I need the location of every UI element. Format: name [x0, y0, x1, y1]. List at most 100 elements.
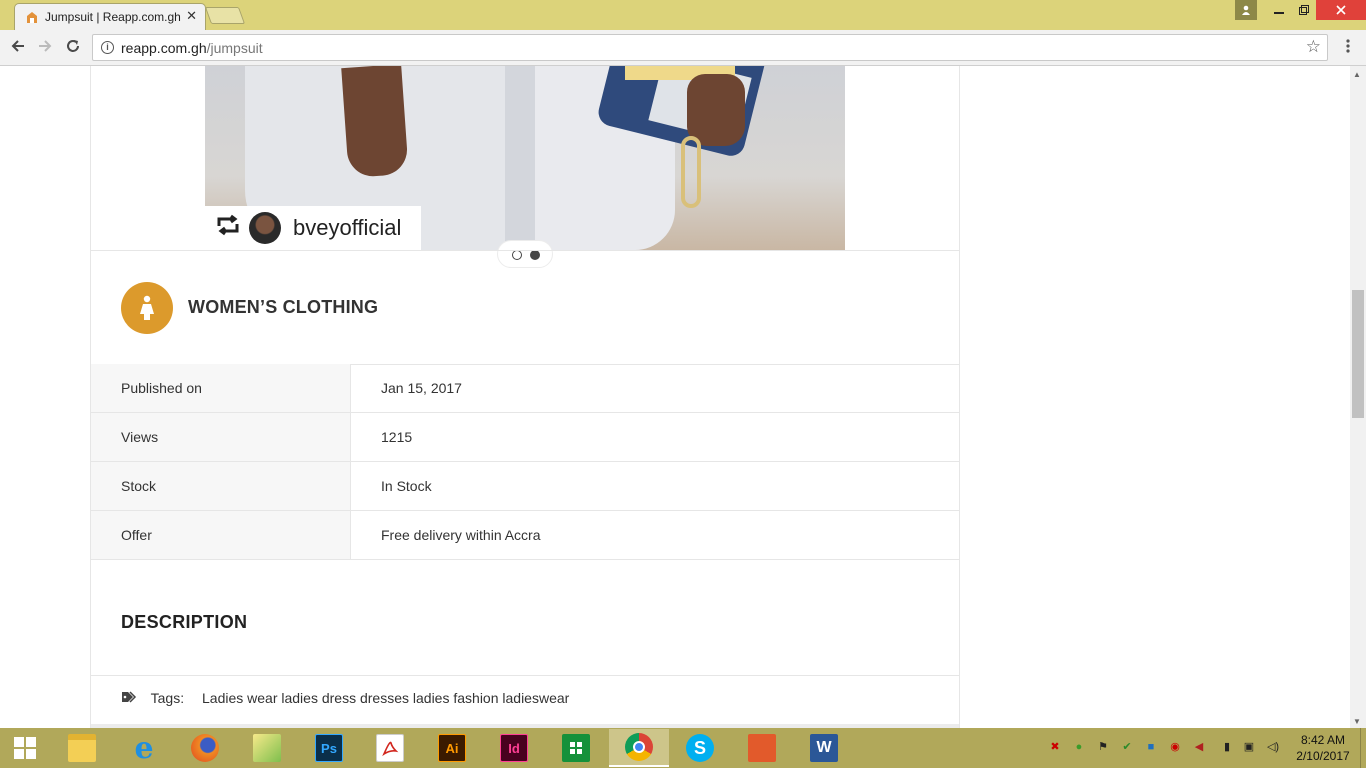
- office-icon: [748, 734, 776, 762]
- acrobat-icon: [376, 734, 404, 762]
- system-tray: ✖ ● ⚑ ✔ ■ ◉ ◀ ▮ ▣ ◁): [1040, 728, 1290, 768]
- page-info-icon[interactable]: i: [101, 41, 114, 54]
- word-icon: W: [810, 734, 838, 762]
- battery-icon[interactable]: ▮: [1220, 740, 1234, 754]
- repost-badge: bveyofficial: [205, 206, 421, 250]
- clock-date: 2/10/2017: [1296, 749, 1350, 763]
- web-page: bveyofficial WOMEN’S CLOTHING Published …: [0, 66, 1350, 728]
- tags-row: Tags: Ladies wear ladies dress dresses l…: [121, 690, 569, 706]
- tray-app-icon[interactable]: ✖: [1048, 740, 1062, 754]
- details-table: Published on Jan 15, 2017 Views 1215 Sto…: [91, 364, 959, 560]
- tab-title: Jumpsuit | Reapp.com.gh: [45, 10, 181, 24]
- photo-bag-strap: [681, 136, 701, 208]
- browser-tab[interactable]: Jumpsuit | Reapp.com.gh ✕: [14, 3, 206, 30]
- site-favicon-icon: [27, 12, 37, 23]
- repost-icon: [215, 214, 241, 243]
- taskbar-firefox[interactable]: [175, 729, 235, 767]
- detail-value: In Stock: [381, 478, 432, 494]
- tab-close-icon[interactable]: ✕: [186, 8, 197, 24]
- tray-shield-icon[interactable]: ◉: [1168, 740, 1182, 754]
- back-arrow-icon[interactable]: [10, 38, 26, 59]
- taskbar-indesign[interactable]: Id: [484, 729, 544, 767]
- volume-icon[interactable]: ◁): [1266, 740, 1280, 754]
- photo-hand: [687, 74, 745, 146]
- window-close-button[interactable]: [1316, 0, 1366, 20]
- page-scrollbar[interactable]: ▲ ▼: [1350, 66, 1366, 728]
- restore-button[interactable]: [1293, 0, 1315, 20]
- profile-button[interactable]: [1235, 0, 1257, 20]
- category-title[interactable]: WOMEN’S CLOTHING: [188, 297, 378, 318]
- close-icon: [1336, 5, 1346, 15]
- slider-dot-2[interactable]: [530, 250, 540, 260]
- minimize-button[interactable]: [1268, 0, 1290, 20]
- taskbar-clock[interactable]: 8:42 AM 2/10/2017: [1290, 732, 1356, 764]
- divider: [91, 675, 959, 676]
- taskbar-store[interactable]: [546, 729, 606, 767]
- detail-label: Stock: [91, 462, 351, 510]
- windows-logo-icon: [14, 737, 36, 759]
- taskbar-internet-explorer[interactable]: e: [114, 729, 174, 767]
- details-row-stock: Stock In Stock: [91, 462, 959, 511]
- taskbar-paint-app[interactable]: [237, 729, 297, 767]
- product-card: bveyofficial WOMEN’S CLOTHING Published …: [90, 66, 960, 728]
- tags-list[interactable]: Ladies wear ladies dress dresses ladies …: [202, 690, 569, 706]
- indesign-icon: Id: [500, 734, 528, 762]
- details-row-views: Views 1215: [91, 413, 959, 462]
- divider: [91, 250, 959, 251]
- scrollbar-thumb[interactable]: [1352, 290, 1364, 418]
- detail-value: Jan 15, 2017: [381, 380, 462, 396]
- browser-title-bar: Jumpsuit | Reapp.com.gh ✕: [0, 0, 1366, 30]
- bookmark-star-icon[interactable]: ☆: [1306, 37, 1321, 57]
- details-row-published: Published on Jan 15, 2017: [91, 364, 959, 413]
- store-icon: [562, 734, 590, 762]
- detail-label: Views: [91, 413, 351, 461]
- browser-toolbar: i reapp.com.gh/jumpsuit ☆: [0, 30, 1366, 66]
- taskbar-illustrator[interactable]: Ai: [422, 729, 482, 767]
- url-host: reapp.com.gh: [121, 40, 207, 56]
- taskbar-skype[interactable]: S: [670, 729, 730, 767]
- detail-label: Published on: [91, 364, 351, 412]
- scroll-down-icon[interactable]: ▼: [1353, 717, 1361, 726]
- tray-network-app-icon[interactable]: ■: [1144, 740, 1158, 754]
- illustrator-icon: Ai: [438, 734, 466, 762]
- taskbar-word[interactable]: W: [794, 729, 854, 767]
- url-path: /jumpsuit: [206, 40, 263, 56]
- taskbar-file-explorer[interactable]: [52, 729, 112, 767]
- network-icon[interactable]: ▣: [1242, 740, 1256, 754]
- folder-icon: [68, 734, 96, 762]
- slider-dot-1[interactable]: [512, 250, 522, 260]
- category-icon: [121, 282, 173, 334]
- browser-menu-icon[interactable]: [1343, 38, 1353, 54]
- new-tab-button[interactable]: [204, 7, 246, 24]
- tray-leaf-icon[interactable]: ●: [1072, 740, 1086, 754]
- detail-value: Free delivery within Accra: [381, 527, 541, 543]
- forward-arrow-icon[interactable]: [37, 38, 53, 59]
- taskbar-acrobat-reader[interactable]: [360, 729, 420, 767]
- chrome-icon: [625, 733, 653, 761]
- user-icon: [1242, 5, 1250, 15]
- reload-icon[interactable]: [65, 38, 81, 59]
- taskbar-photoshop[interactable]: Ps: [299, 729, 359, 767]
- restore-icon: [1299, 5, 1309, 15]
- tags-icon: [121, 691, 139, 706]
- female-figure-icon: [140, 295, 154, 320]
- firefox-icon: [191, 734, 219, 762]
- flag-icon[interactable]: ⚑: [1096, 740, 1110, 754]
- details-row-offer: Offer Free delivery within Accra: [91, 511, 959, 560]
- minimize-icon: [1274, 12, 1284, 14]
- photo-arm: [341, 66, 409, 178]
- detail-value: 1215: [381, 429, 413, 445]
- taskbar-office-app[interactable]: [732, 729, 792, 767]
- start-button[interactable]: [0, 728, 50, 768]
- detail-label: Offer: [91, 511, 351, 559]
- url-text[interactable]: reapp.com.gh/jumpsuit: [121, 40, 263, 56]
- scroll-up-icon[interactable]: ▲: [1353, 70, 1361, 79]
- internet-explorer-icon: e: [134, 730, 154, 766]
- repost-username: bveyofficial: [293, 215, 402, 240]
- show-desktop-button[interactable]: [1360, 728, 1366, 768]
- tray-check-icon[interactable]: ✔: [1120, 740, 1134, 754]
- address-bar[interactable]: i reapp.com.gh/jumpsuit ☆: [92, 34, 1328, 61]
- tray-speaker-red-icon[interactable]: ◀: [1192, 740, 1206, 754]
- paint-brush-icon: [253, 734, 281, 762]
- taskbar-chrome[interactable]: [609, 729, 669, 767]
